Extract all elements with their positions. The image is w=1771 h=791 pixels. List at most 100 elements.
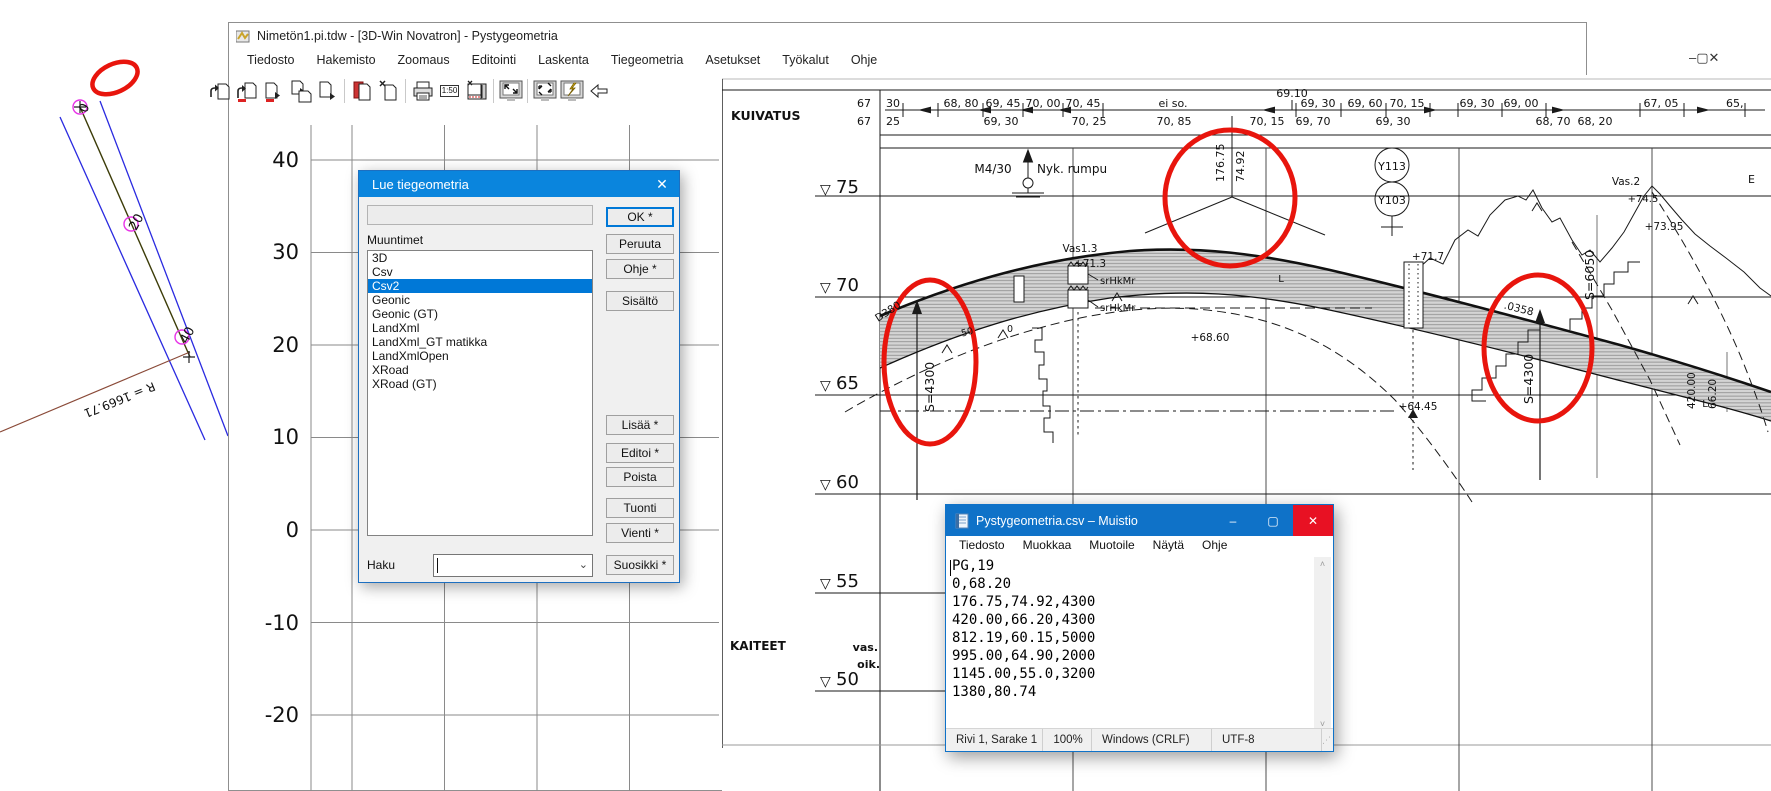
fit-screen-icon[interactable] (497, 78, 524, 104)
plan-center-line (80, 107, 190, 357)
svg-label: 0 (1007, 324, 1013, 335)
notepad-close-button[interactable]: ✕ (1293, 505, 1333, 536)
menu-item-hakemisto[interactable]: Hakemisto (305, 50, 386, 72)
svg-label: E (1748, 173, 1755, 186)
notepad-scrollbar[interactable]: ˄ ˅ (1314, 557, 1331, 731)
notepad-titlebar[interactable]: Pystygeometria.csv – Muistio – ▢ ✕ (946, 505, 1333, 536)
converter-item-landxml[interactable]: LandXml (368, 321, 592, 335)
menu-item-editointi[interactable]: Editointi (461, 50, 527, 72)
peruuta-button[interactable]: Peruuta (606, 234, 674, 254)
maximize-button[interactable]: ▢ (1696, 44, 1708, 71)
open-file-alt-icon[interactable] (233, 78, 260, 104)
converter-item-xroad-gt-[interactable]: XRoad (GT) (368, 377, 592, 391)
close-button[interactable]: ✕ (1709, 44, 1720, 71)
svg-label: oik. (857, 658, 880, 671)
window-title: Nimetön1.pi.tdw - [3D-Win Novatron] - Py… (257, 29, 558, 43)
text-caret (437, 558, 438, 573)
converter-item-3d[interactable]: 3D (368, 251, 592, 265)
svg-label: L (1278, 274, 1284, 285)
notepad-text-area[interactable]: PG,190,68.20176.75,74.92,4300420.00,66.2… (948, 557, 1320, 731)
delete-object-icon[interactable] (375, 78, 402, 104)
svg-label: ▽ (820, 674, 831, 690)
menu-item-asetukset[interactable]: Asetukset (694, 50, 771, 72)
svg-label: +68.60 (1191, 332, 1230, 344)
notepad-menu-item-muotoile[interactable]: Muotoile (1080, 536, 1143, 556)
resize-grip[interactable]: ⋰ (1322, 735, 1333, 746)
chevron-down-icon: ⌄ (579, 558, 588, 571)
draw-screen-icon[interactable] (558, 78, 585, 104)
editoi-button[interactable]: Editoi * (606, 443, 674, 463)
search-combobox[interactable]: ⌄ (433, 554, 593, 577)
notepad-menu-item-ohje[interactable]: Ohje (1193, 536, 1236, 556)
svg-label: 40 (272, 148, 299, 172)
arrow-left-icon[interactable] (585, 78, 612, 104)
svg-label: 67 (857, 97, 871, 110)
minimize-button[interactable]: – (1689, 44, 1696, 71)
converter-item-csv[interactable]: Csv (368, 265, 592, 279)
main-titlebar[interactable]: Nimetön1.pi.tdw - [3D-Win Novatron] - Py… (228, 22, 1587, 50)
menu-item-tiedosto[interactable]: Tiedosto (236, 50, 305, 72)
converter-list[interactable]: 3DCsvCsv2GeonicGeonic (GT)LandXmlLandXml… (367, 250, 593, 536)
save-file-icon[interactable] (260, 78, 287, 104)
svg-label: 30 (272, 240, 299, 264)
converter-item-landxmlopen[interactable]: LandXmlOpen (368, 349, 592, 363)
window-ruler-icon[interactable] (463, 78, 490, 104)
svg-label: Nyk. rumpu (1037, 162, 1107, 176)
menu-item-tiegeometria[interactable]: Tiegeometria (600, 50, 695, 72)
filename-input[interactable] (367, 205, 593, 225)
ohje-button[interactable]: Ohje * (606, 259, 674, 279)
red-annotation-ellipse-plan (87, 55, 142, 101)
lue-tiegeometria-dialog: Lue tiegeometria ✕ Muuntimet 3DCsvCsv2Ge… (358, 170, 680, 583)
converter-item-csv2[interactable]: Csv2 (368, 279, 592, 293)
svg-label: 67, 05 (1644, 97, 1679, 110)
notepad-menu-item-muokkaa[interactable]: Muokkaa (1014, 536, 1081, 556)
poista-button[interactable]: Poista (606, 467, 674, 487)
csv-line: 1145.00,55.0,3200 (952, 665, 1320, 683)
menu-item-laskenta[interactable]: Laskenta (527, 50, 600, 72)
svg-label: ▽ (820, 477, 831, 493)
print-icon[interactable] (409, 78, 436, 104)
toolbar-separator (405, 79, 406, 103)
converter-item-landxml-gt-matikka[interactable]: LandXml_GT matikka (368, 335, 592, 349)
svg-label: 69, 30 (984, 115, 1019, 128)
copy-object-icon[interactable] (348, 78, 375, 104)
status-zoom-level: 100% (1043, 729, 1092, 751)
scroll-up-icon[interactable]: ˄ (1320, 557, 1325, 571)
svg-label: 65 (836, 373, 859, 394)
notepad-maximize-button[interactable]: ▢ (1253, 505, 1293, 536)
notepad-menu-item-tiedosto[interactable]: Tiedosto (950, 536, 1014, 556)
vienti-button[interactable]: Vienti * (606, 523, 674, 543)
dialog-titlebar[interactable]: Lue tiegeometria (359, 171, 679, 197)
tuonti-button[interactable]: Tuonti (606, 498, 674, 518)
svg-label: 67 (857, 115, 871, 128)
open-file-icon[interactable] (206, 78, 233, 104)
save-part-icon[interactable] (314, 78, 341, 104)
notepad-minimize-button[interactable]: – (1213, 505, 1253, 536)
plan-guide-line-right (100, 101, 228, 436)
ok-button[interactable]: OK * (606, 207, 674, 227)
converter-item-geonic[interactable]: Geonic (368, 293, 592, 307)
save-file-as-icon[interactable] (287, 78, 314, 104)
menu-item-ty-kalut[interactable]: Työkalut (771, 50, 840, 72)
svg-label: 420.00 (1686, 372, 1698, 409)
svg-label: 176.75 (1214, 144, 1227, 183)
dialog-close-icon[interactable]: ✕ (645, 171, 679, 197)
svg-label: ▽ (820, 378, 831, 394)
svg-label: 69, 70 (1296, 115, 1331, 128)
sisalto-button[interactable]: Sisältö (606, 291, 674, 311)
main-toolbar: 1:50 (206, 74, 612, 108)
svg-label: R = 1669.71 (82, 379, 157, 420)
menu-item-ohje[interactable]: Ohje (840, 50, 888, 72)
notepad-menu-item-n-yt-[interactable]: Näytä (1144, 536, 1193, 556)
svg-label: 0 (286, 518, 299, 542)
converter-item-geonic-gt-[interactable]: Geonic (GT) (368, 307, 592, 321)
toolbar-separator (527, 79, 528, 103)
scale-icon[interactable]: 1:50 (436, 78, 463, 104)
converter-item-xroad[interactable]: XRoad (368, 363, 592, 377)
svg-label: KUIVATUS (731, 108, 800, 123)
suosikki-button[interactable]: Suosikki * (606, 555, 674, 575)
fit-all-icon[interactable] (531, 78, 558, 104)
menu-item-zoomaus[interactable]: Zoomaus (387, 50, 461, 72)
lisaa-button[interactable]: Lisää * (606, 415, 674, 435)
notepad-icon (954, 513, 970, 529)
